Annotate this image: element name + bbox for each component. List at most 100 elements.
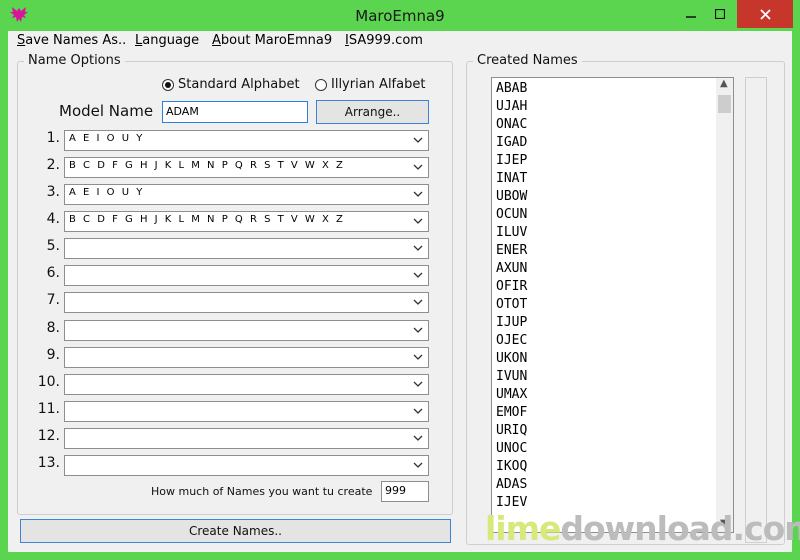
menu-save-label: ave Names As..: [25, 33, 127, 48]
app-window: MaroEmna9 Save Names As.. Language About…: [0, 0, 800, 560]
scroll-thumb[interactable]: [718, 95, 731, 113]
create-names-button[interactable]: Create Names..: [20, 519, 451, 543]
created-names-list[interactable]: ABAB UJAH ONAC IGAD IJEP INAT UBOW OCUN ILUV ENER…: [491, 77, 734, 533]
row-label: 13.: [37, 454, 60, 471]
alphabet-combo[interactable]: B C D F G H J K L M N P Q R S T V W X Z: [64, 211, 429, 234]
close-button[interactable]: [737, 0, 793, 28]
alphabet-combo[interactable]: [64, 400, 429, 424]
scroll-up-icon[interactable]: ▲: [720, 78, 728, 89]
row-label: 2.: [46, 157, 60, 174]
list-item[interactable]: AXUN: [496, 261, 527, 276]
list-item[interactable]: ADAS: [496, 477, 527, 492]
arrange-button[interactable]: Arrange..: [316, 100, 429, 124]
radio-illyrian-alphabet[interactable]: Illyrian Alfabet: [315, 77, 425, 92]
list-item[interactable]: ENER: [496, 243, 527, 258]
row-label: 12.: [37, 427, 60, 444]
list-item[interactable]: ABAB: [496, 81, 527, 96]
list-item[interactable]: OJEC: [496, 333, 527, 348]
alphabet-combo[interactable]: [64, 373, 429, 397]
names-count-input[interactable]: 999: [381, 481, 429, 502]
list-item[interactable]: OFIR: [496, 279, 527, 294]
chevron-down-icon[interactable]: [413, 185, 423, 207]
list-item[interactable]: INAT: [496, 171, 527, 186]
list-item[interactable]: IVUN: [496, 369, 527, 384]
chevron-down-icon[interactable]: [413, 321, 423, 343]
alphabet-combo[interactable]: A E I O U Y: [64, 184, 429, 207]
list-item[interactable]: IJEP: [496, 153, 527, 168]
list-item[interactable]: UBOW: [496, 189, 527, 204]
radio-standard-alphabet[interactable]: Standard Alphabet: [162, 77, 300, 92]
menu-language-label: anguage: [142, 33, 200, 48]
watermark-part1: lime: [485, 509, 561, 548]
menu-language[interactable]: Language: [135, 33, 199, 48]
list-item[interactable]: ONAC: [496, 117, 527, 132]
menu-save-names[interactable]: Save Names As..: [17, 33, 126, 48]
combo-value: B C D F G H J K L M N P Q R S T V W X Z: [69, 160, 345, 172]
list-item[interactable]: EMOF: [496, 405, 527, 420]
alphabet-combo[interactable]: [64, 346, 429, 370]
row-label: 9.: [46, 346, 60, 363]
minimize-button[interactable]: [678, 0, 704, 28]
chevron-down-icon[interactable]: [413, 375, 423, 397]
model-name-label: Model Name: [59, 102, 154, 120]
side-scroll-panel[interactable]: [745, 77, 767, 543]
list-item[interactable]: URIQ: [496, 423, 527, 438]
combo-value: A E I O U Y: [69, 187, 145, 199]
list-item[interactable]: IGAD: [496, 135, 527, 150]
chevron-down-icon[interactable]: [413, 212, 423, 234]
alphabet-combo[interactable]: [64, 319, 429, 343]
chevron-down-icon[interactable]: [413, 456, 423, 478]
chevron-down-icon[interactable]: [413, 239, 423, 261]
list-item[interactable]: ILUV: [496, 225, 527, 240]
list-item[interactable]: OTOT: [496, 297, 527, 312]
minimize-icon: [686, 16, 696, 18]
menu-about[interactable]: About MaroEmna9: [212, 33, 332, 48]
alphabet-combo[interactable]: [64, 427, 429, 451]
model-name-input[interactable]: ADAM: [162, 101, 308, 123]
menu-about-label: bout MaroEmna9: [220, 33, 333, 48]
alphabet-combo[interactable]: [64, 292, 429, 315]
menu-site-label: SA999.com: [348, 33, 423, 48]
menu-site[interactable]: ISA999.com: [345, 33, 423, 48]
row-label: 7.: [46, 292, 60, 309]
chevron-down-icon[interactable]: [413, 429, 423, 451]
list-item[interactable]: IJUP: [496, 315, 527, 330]
maximize-icon: [715, 9, 725, 19]
radio-illyrian-label: Illyrian Alfabet: [331, 77, 426, 92]
menu-about-mnemonic: A: [212, 33, 221, 48]
radio-standard-label: Standard Alphabet: [178, 77, 300, 92]
watermark: limedownload.com: [485, 509, 800, 548]
chevron-down-icon[interactable]: [413, 402, 423, 424]
alphabet-combo[interactable]: [64, 454, 429, 478]
maximize-button[interactable]: [704, 0, 736, 28]
row-label: 10.: [37, 373, 60, 390]
alphabet-combo[interactable]: B C D F G H J K L M N P Q R S T V W X Z: [64, 157, 429, 180]
row-label: 1.: [46, 130, 60, 146]
list-item[interactable]: IJEV: [496, 495, 527, 510]
close-icon: [759, 8, 771, 20]
title-bar: MaroEmna9: [0, 0, 800, 31]
alphabet-combo[interactable]: [64, 238, 429, 261]
row-label: 3.: [46, 184, 60, 201]
chevron-down-icon[interactable]: [413, 158, 423, 180]
list-item[interactable]: UNOC: [496, 441, 527, 456]
alphabet-combo[interactable]: A E I O U Y: [64, 130, 429, 151]
chevron-down-icon[interactable]: [413, 293, 423, 315]
client-area: Save Names As.. Language About MaroEmna9…: [8, 31, 800, 552]
alphabet-combo[interactable]: [64, 265, 429, 288]
list-item[interactable]: UJAH: [496, 99, 527, 114]
chevron-down-icon[interactable]: [413, 131, 423, 153]
list-item[interactable]: UKON: [496, 351, 527, 366]
watermark-part2: download.com: [560, 509, 800, 548]
chevron-down-icon[interactable]: [413, 266, 423, 288]
name-options-title: Name Options: [24, 53, 125, 68]
list-item[interactable]: UMAX: [496, 387, 527, 402]
menu-bar: Save Names As.. Language About MaroEmna9…: [8, 31, 792, 51]
chevron-down-icon[interactable]: [413, 348, 423, 370]
row-label: 8.: [46, 319, 60, 336]
row-label: 5.: [46, 238, 60, 255]
list-scrollbar[interactable]: ▲ ▼: [716, 78, 733, 532]
list-item[interactable]: IKOQ: [496, 459, 527, 474]
list-item[interactable]: OCUN: [496, 207, 527, 222]
combo-value: A E I O U Y: [69, 133, 145, 144]
